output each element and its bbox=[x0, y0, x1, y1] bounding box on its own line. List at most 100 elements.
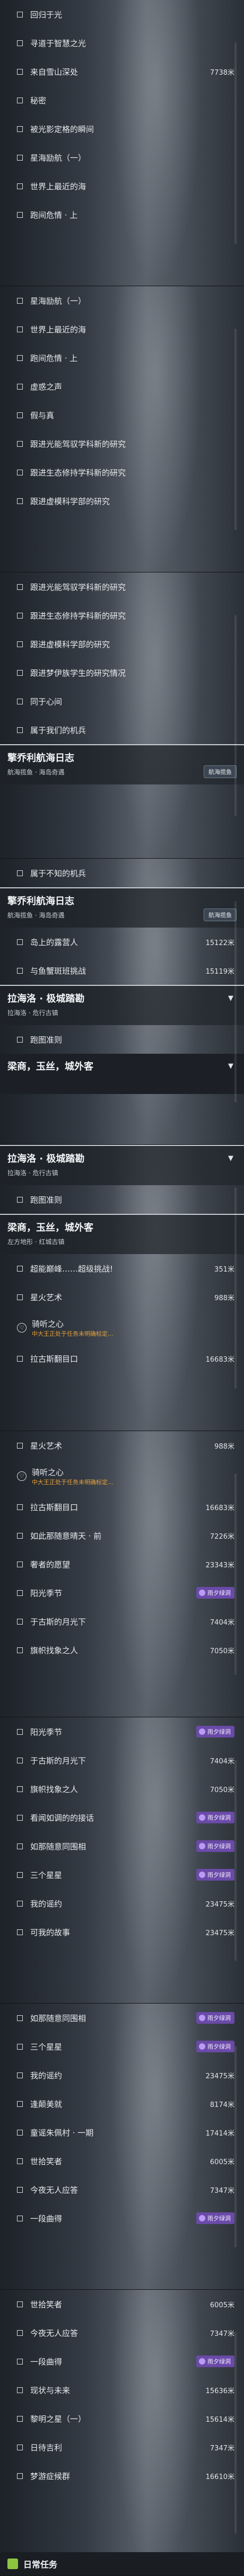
list-item[interactable]: 我的谣约 23475米 bbox=[0, 2061, 244, 2089]
list-item[interactable]: 三个星星 雨夕绿洞 bbox=[0, 2032, 244, 2061]
list-item[interactable]: 可我的故事 23475米 bbox=[0, 1918, 244, 1946]
list-item[interactable]: 于古斯的月光下 7404米 bbox=[0, 1746, 244, 1775]
heart-icon: ♡ bbox=[17, 1471, 27, 1481]
list-item[interactable]: 如此那随意晴天 · 前 7226米 bbox=[0, 1521, 244, 1550]
list-item[interactable]: 日待吉利 7347米 bbox=[0, 2433, 244, 2462]
quest-checkbox-icon bbox=[17, 2387, 23, 2393]
list-item[interactable]: 跑间危情 · 上 bbox=[0, 200, 244, 229]
quest-checkbox-icon bbox=[17, 1355, 23, 1362]
list-item[interactable]: 跑图准则 bbox=[0, 1185, 244, 1214]
distance-label: 15636米 bbox=[205, 2387, 234, 2395]
quest-checkbox-icon bbox=[17, 1872, 23, 1878]
list-item[interactable]: 星海励航（一） bbox=[0, 143, 244, 172]
list-item[interactable]: 看闻如调的的接话 雨夕绿洞 bbox=[0, 1803, 244, 1832]
quest-checkbox-icon bbox=[17, 584, 23, 590]
chevron-down-icon[interactable]: ▼ bbox=[228, 1062, 233, 1070]
list-item[interactable]: 如那随意同围相 雨夕绿洞 bbox=[0, 2004, 244, 2032]
list-item[interactable]: ♡ 骑听之心 中大王正处于任务未明确标定… bbox=[0, 1311, 244, 1344]
list-item[interactable]: 拉古斯翻目口 16683米 bbox=[0, 1493, 244, 1521]
list-item[interactable]: 如那随意同围相 雨夕绿洞 bbox=[0, 1832, 244, 1860]
list-item[interactable]: 童谣朱佩村 · 一期 17414米 bbox=[0, 2118, 244, 2147]
distance-label: 8174米 bbox=[210, 2101, 234, 2109]
list-item[interactable]: 世拾笑者 6005米 bbox=[0, 2290, 244, 2318]
list-item[interactable]: 逢颠美就 8174米 bbox=[0, 2089, 244, 2118]
list-item[interactable]: 阳光季节 雨夕绿洞 bbox=[0, 1578, 244, 1607]
list-item[interactable]: 秘密 bbox=[0, 86, 244, 114]
list-item[interactable]: 跟进虚模科学部的研究 bbox=[0, 487, 244, 515]
chevron-down-icon[interactable]: ▼ bbox=[228, 1154, 233, 1162]
list-item[interactable]: 今夜无人应答 7347米 bbox=[0, 2175, 244, 2204]
quest-group-title: 拉海洛 · 极城踏勘 bbox=[7, 1153, 85, 1165]
quest-list: 属于不知的机兵 擎乔利航海日志 航海揽鱼 · 海岛奇遇 航海揽鱼 岛上的露营人 1… bbox=[0, 859, 244, 1094]
list-item[interactable]: 跟进光能驾驭学科新的研究 bbox=[0, 572, 244, 601]
list-item[interactable]: 星火艺术 988米 bbox=[0, 1283, 244, 1311]
list-item[interactable]: 现状与未来 15636米 bbox=[0, 2376, 244, 2404]
quest-group-title: 梁商，玉丝，城外客 bbox=[7, 1222, 93, 1233]
list-item[interactable]: 三个星星 雨夕绿洞 bbox=[0, 1860, 244, 1889]
list-item[interactable]: 世界上最近的海 bbox=[0, 172, 244, 200]
quest-group-header[interactable]: 梁商，玉丝，城外客 ▼ bbox=[0, 1054, 244, 1094]
list-item[interactable]: 与鱼蟹斑班挑战 15119米 bbox=[0, 956, 244, 985]
list-item[interactable]: 一段曲得 雨夕绿洞 bbox=[0, 2347, 244, 2376]
list-item[interactable]: 跟进光能驾驭学科新的研究 bbox=[0, 429, 244, 458]
quest-checkbox-icon bbox=[17, 2473, 23, 2479]
list-item[interactable]: 今夜无人应答 7347米 bbox=[0, 2318, 244, 2347]
quest-checkbox-icon bbox=[17, 967, 23, 974]
list-item[interactable]: 虚惑之声 bbox=[0, 372, 244, 401]
distance-label: 15122米 bbox=[205, 939, 234, 947]
screen-9: 世拾笑者 6005米 今夜无人应答 7347米 一段曲得 雨夕绿洞 现状与未来 1563… bbox=[0, 2290, 244, 2576]
list-item[interactable]: 旗帜找象之人 7050米 bbox=[0, 1775, 244, 1803]
list-item[interactable]: 拉古斯翻目口 16683米 bbox=[0, 1344, 244, 1373]
list-item[interactable]: 跑间危情 · 上 bbox=[0, 343, 244, 372]
distance-label: 7347米 bbox=[210, 2444, 234, 2453]
list-item[interactable]: 来自雪山深处 7738米 bbox=[0, 57, 244, 86]
list-item[interactable]: 跟进梦伊族学生的研究情况 bbox=[0, 658, 244, 687]
quest-group-title: 梁商，玉丝，城外客 bbox=[7, 1061, 93, 1072]
list-item[interactable]: 被光影定格的瞬间 bbox=[0, 114, 244, 143]
list-item[interactable]: 星海励航（一） bbox=[0, 286, 244, 315]
list-item[interactable]: 超能巅峰……超级挑战! 351米 bbox=[0, 1254, 244, 1283]
distance-label: 7226米 bbox=[210, 1532, 234, 1541]
quest-checkbox-icon bbox=[17, 1442, 23, 1449]
list-item[interactable]: 一段曲得 雨夕绿洞 bbox=[0, 2204, 244, 2233]
quest-group-header[interactable]: 拉海洛 · 极城踏勘 拉海洛 · 危行古镇 ▼ bbox=[0, 1145, 244, 1185]
list-item[interactable]: 岛上的露营人 15122米 bbox=[0, 928, 244, 956]
list-item[interactable]: 于古斯的月光下 7404米 bbox=[0, 1607, 244, 1636]
quest-group-header[interactable]: 擎乔利航海日志 航海揽鱼 · 海岛奇遇 航海揽鱼 bbox=[0, 744, 244, 784]
list-item[interactable]: 阳光季节 雨夕绿洞 bbox=[0, 1717, 244, 1746]
list-item[interactable]: 世拾笑者 6005米 bbox=[0, 2147, 244, 2175]
list-item[interactable]: 我的谣约 23475米 bbox=[0, 1889, 244, 1918]
daily-task-icon bbox=[7, 2559, 18, 2569]
list-item[interactable]: 跑图准则 bbox=[0, 1025, 244, 1054]
region-icon bbox=[199, 2215, 205, 2221]
list-item[interactable]: 跟进生态修持学科新的研究 bbox=[0, 458, 244, 487]
quest-group-header[interactable]: 梁商，玉丝，城外客 左方地形 · 红城古镇 bbox=[0, 1214, 244, 1254]
list-item[interactable]: 跟进虚模科学部的研究 bbox=[0, 630, 244, 658]
quest-checkbox-icon bbox=[17, 2215, 23, 2221]
quest-group-subtitle: 拉海洛 · 危行古镇 bbox=[7, 1009, 58, 1017]
distance-label: 6005米 bbox=[210, 2158, 234, 2166]
daily-tasks-bar[interactable]: 日常任务 bbox=[0, 2552, 244, 2575]
list-item[interactable]: 假与真 bbox=[0, 401, 244, 429]
chevron-down-icon[interactable]: ▼ bbox=[228, 994, 233, 1002]
region-tag: 雨夕绿洞 bbox=[196, 1587, 234, 1599]
screen-8: 如那随意同围相 雨夕绿洞 三个星星 雨夕绿洞 我的谣约 23475米 逢颠美就 8174… bbox=[0, 2004, 244, 2290]
list-item[interactable]: 属于不知的机兵 bbox=[0, 859, 244, 887]
list-item[interactable]: 世界上最近的海 bbox=[0, 315, 244, 343]
list-item[interactable]: ♡ 骑听之心 中大王正处于任务未明确标定… bbox=[0, 1460, 244, 1493]
list-item[interactable]: 旗帜找象之人 7050米 bbox=[0, 1636, 244, 1664]
list-item[interactable]: 星火艺术 988米 bbox=[0, 1431, 244, 1460]
list-item[interactable]: 属于我们的机兵 bbox=[0, 716, 244, 744]
list-item[interactable]: 梦游症候群 16610米 bbox=[0, 2462, 244, 2490]
list-item[interactable]: 同于心间 bbox=[0, 687, 244, 716]
quest-checkbox-icon bbox=[17, 97, 23, 103]
quest-list: 跟进光能驾驭学科新的研究 跟进生态修持学科新的研究 跟进虚模科学部的研究 跟进梦… bbox=[0, 572, 244, 784]
list-item[interactable]: 黎明之星（一） 15614米 bbox=[0, 2404, 244, 2433]
list-item[interactable]: 奢者的愿望 23343米 bbox=[0, 1550, 244, 1578]
quest-group-header[interactable]: 擎乔利航海日志 航海揽鱼 · 海岛奇遇 航海揽鱼 bbox=[0, 887, 244, 928]
quest-group-header[interactable]: 拉海洛 · 极城踏勘 拉海洛 · 危行古镇 ▼ bbox=[0, 985, 244, 1025]
list-item[interactable]: 跟进生态修持学科新的研究 bbox=[0, 601, 244, 630]
list-item[interactable]: 寻道于智慧之光 bbox=[0, 29, 244, 57]
distance-label: 23475米 bbox=[205, 2072, 234, 2080]
list-item[interactable]: 回归于光 bbox=[0, 0, 244, 29]
